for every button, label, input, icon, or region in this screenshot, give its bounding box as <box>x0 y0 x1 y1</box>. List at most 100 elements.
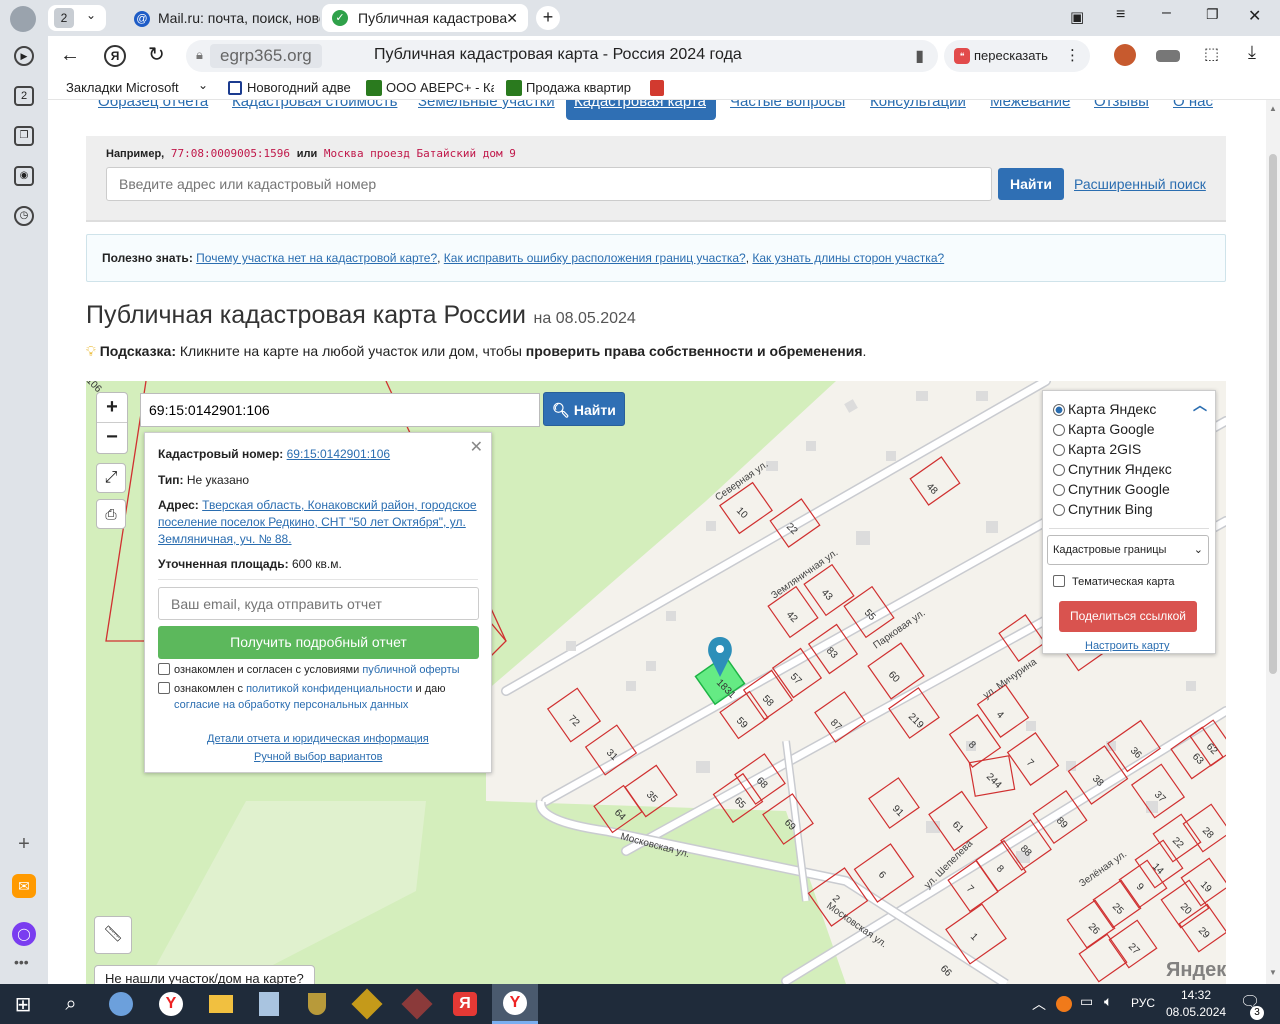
layer-radio[interactable] <box>1053 404 1065 416</box>
example-address[interactable]: Москва проезд Батайский дом 9 <box>324 147 516 160</box>
nav-cadastral-value[interactable]: Кадастровая стоимость <box>232 100 397 110</box>
layer-radio[interactable] <box>1053 424 1065 436</box>
nav-faq[interactable]: Частые вопросы <box>730 100 845 110</box>
layer-option[interactable]: Карта Google <box>1053 419 1172 439</box>
cadastral-map[interactable]: 10 22 48 43 42 55 83 57 58 59 60 219 87 72 31 35 64 65 68 6… <box>86 381 1226 984</box>
zoom-in-button[interactable]: + <box>97 393 127 423</box>
taskbar-explorer-icon[interactable] <box>198 984 244 1024</box>
bookmark-item[interactable]: Новогодний адве <box>247 80 353 95</box>
nav-surveying[interactable]: Межевание <box>990 100 1070 110</box>
network-icon[interactable]: ▭ <box>1080 993 1093 1010</box>
taskbar-app-browser-icon[interactable] <box>98 984 144 1024</box>
chevron-down-icon[interactable]: ⌄ <box>198 78 208 92</box>
language-indicator[interactable]: РУС <box>1131 996 1155 1010</box>
url-field[interactable]: 🔒︎ egrp365.org Публичная кадастровая кар… <box>186 40 938 72</box>
yandex-icon[interactable]: Я <box>104 45 126 67</box>
taskbar-app3-icon[interactable] <box>394 984 440 1024</box>
report-details-link[interactable]: Детали отчета и юридическая информация <box>207 733 429 745</box>
useful-link-fix-error[interactable]: Как исправить ошибку расположения границ… <box>444 251 746 265</box>
add-panel-icon[interactable]: + <box>14 834 34 854</box>
taskbar-yandex-browser-icon[interactable]: Я <box>442 984 488 1024</box>
restore-icon[interactable]: ❐ <box>1206 6 1219 23</box>
boundary-select[interactable]: Кадастровые границы ⌄ <box>1047 535 1209 565</box>
clock-time[interactable]: 14:32 <box>1181 988 1211 1002</box>
windows-start-icon[interactable]: ⊞ <box>0 984 46 1024</box>
get-report-button[interactable]: Получить подробный отчет <box>158 626 479 659</box>
email-field[interactable] <box>158 587 479 620</box>
extensions-icon[interactable]: ⬚ <box>1204 44 1219 64</box>
retell-more-icon[interactable]: ⋮ <box>1065 46 1080 64</box>
download-icon[interactable]: ⤓ <box>1248 42 1256 63</box>
nav-land-plots[interactable]: Земельные участки <box>418 100 555 110</box>
agree-offer-checkbox[interactable] <box>158 663 170 675</box>
bookmark-item[interactable]: Закладки Microsoft <box>66 80 202 95</box>
taskbar-yandex-active-icon[interactable]: Y <box>492 984 538 1024</box>
nav-cadastral-map[interactable]: Кадастровая карта <box>566 100 716 120</box>
taskbar-app2-icon[interactable] <box>344 984 390 1024</box>
useful-link-missing[interactable]: Почему участка нет на кадастровой карте? <box>196 251 437 265</box>
video-icon[interactable]: ▶ <box>14 46 34 66</box>
close-tab-icon[interactable]: ✕ <box>506 4 518 32</box>
history-icon[interactable]: ◷ <box>14 206 34 226</box>
nav-reviews[interactable]: Отзывы <box>1094 100 1149 110</box>
tray-chevron-icon[interactable]: ︿ <box>1032 994 1046 1014</box>
scroll-up-icon[interactable]: ▲ <box>1269 104 1277 113</box>
mail-app-icon[interactable]: ✉ <box>12 874 36 898</box>
extension-icon-2[interactable] <box>1156 50 1180 62</box>
thematic-checkbox[interactable] <box>1053 575 1065 587</box>
collections-icon[interactable]: ❐ <box>14 126 34 146</box>
close-window-icon[interactable]: ✕ <box>1248 6 1261 26</box>
new-tab-button[interactable]: + <box>536 6 560 30</box>
ruler-button[interactable]: 📏︎ <box>94 916 132 954</box>
layer-radio[interactable] <box>1053 484 1065 496</box>
tab-kadastr[interactable]: ✓ Публичная кадастрова ✕ <box>322 4 528 32</box>
back-icon[interactable]: ← <box>60 44 80 67</box>
profile-avatar[interactable] <box>10 6 36 32</box>
collapse-icon[interactable]: ︿ <box>1193 395 1207 415</box>
scroll-down-icon[interactable]: ▼ <box>1269 968 1277 977</box>
close-icon[interactable]: ✕ <box>470 437 483 457</box>
print-button[interactable]: ⎙ <box>96 499 126 529</box>
search-find-button[interactable]: Найти <box>998 168 1064 200</box>
layer-option[interactable]: Карта 2GIS <box>1053 439 1172 459</box>
cad-value-link[interactable]: 69:15:0142901:106 <box>287 447 390 461</box>
volume-icon[interactable]: 🔈︎ <box>1104 993 1112 1010</box>
offer-link[interactable]: публичной оферты <box>362 664 459 676</box>
share-button[interactable]: Поделиться ссылкой <box>1059 601 1197 632</box>
search-icon[interactable]: ⌕ <box>48 984 94 1024</box>
extension-icon-1[interactable] <box>1114 44 1136 66</box>
advanced-search-link[interactable]: Расширенный поиск <box>1074 176 1206 192</box>
layer-option[interactable]: Спутник Google <box>1053 479 1172 499</box>
clock-date[interactable]: 08.05.2024 <box>1166 1005 1226 1019</box>
tab-group-button[interactable]: 2 ⌄ <box>48 5 106 31</box>
nav-consultations[interactable]: Консультации <box>870 100 966 110</box>
map-find-button[interactable]: 🔍︎ Найти <box>543 392 625 426</box>
consent-link[interactable]: согласие на обработку персональных данны… <box>174 699 408 711</box>
layer-option[interactable]: Спутник Bing <box>1053 499 1172 519</box>
bookmark-item[interactable]: Продажа квартир <box>526 80 634 95</box>
addr-value-link[interactable]: Тверская область, Конаковский район, гор… <box>158 498 477 546</box>
scroll-thumb[interactable] <box>1269 154 1277 674</box>
screenshot-icon[interactable]: ◉ <box>14 166 34 186</box>
taskbar-app-icon[interactable] <box>246 984 292 1024</box>
layer-radio[interactable] <box>1053 464 1065 476</box>
alice-icon[interactable]: ◯ <box>12 922 36 946</box>
tray-app-icon[interactable] <box>1056 996 1072 1012</box>
minimize-icon[interactable]: – <box>1162 4 1171 22</box>
bookmark-manager-icon[interactable]: ▣ <box>1070 8 1084 26</box>
zoom-out-button[interactable]: − <box>97 423 127 453</box>
retell-button[interactable]: ❝ пересказать ⋮ <box>944 40 1090 72</box>
bookmark-icon[interactable]: ▮ <box>915 46 924 66</box>
bookmark-item[interactable]: ООО АВЕРС+ - Ка <box>386 80 494 95</box>
pdf-favicon[interactable] <box>650 80 664 96</box>
useful-link-side-length[interactable]: Как узнать длины сторон участка? <box>752 251 944 265</box>
configure-map-link[interactable]: Настроить карту <box>1085 640 1170 652</box>
layer-option[interactable]: Карта Яндекс <box>1053 399 1172 419</box>
map-search-input[interactable] <box>140 393 540 427</box>
privacy-link[interactable]: политикой конфиденциальности <box>246 683 412 695</box>
manual-select-link[interactable]: Ручной выбор вариантов <box>254 751 382 763</box>
nav-about[interactable]: О нас <box>1173 100 1213 110</box>
tab-mailru[interactable]: @ Mail.ru: почта, поиск, новс <box>124 4 320 32</box>
taskbar-yandex-icon[interactable]: Y <box>148 984 194 1024</box>
taskbar-shield-icon[interactable] <box>294 984 340 1024</box>
